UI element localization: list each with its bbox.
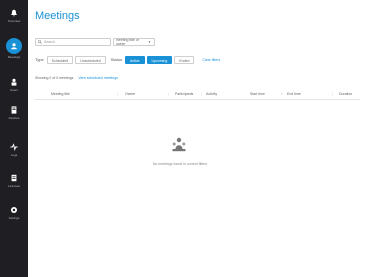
column-separator: | — [332, 92, 333, 96]
select-value: meeting title or owner — [116, 38, 139, 46]
column-start-time[interactable]: Start time — [250, 92, 265, 96]
chevron-down-icon: ▼ — [148, 40, 151, 44]
column-separator: | — [117, 92, 118, 96]
sidebar: Overview Meetings Users Devices Logs Lic… — [0, 0, 28, 277]
gear-icon — [9, 205, 19, 215]
sidebar-item-label: Meetings — [7, 55, 21, 59]
column-end-time[interactable]: End time — [287, 92, 301, 96]
sidebar-item-meetings[interactable]: Meetings — [0, 38, 28, 62]
status-filter-label: Status — [110, 57, 122, 62]
page-title: Meetings — [35, 10, 80, 22]
column-owner[interactable]: Owner — [125, 92, 135, 96]
view-scheduled-link[interactable]: View scheduled meetings — [78, 76, 118, 80]
table-header: Meeting title | Owner | Participants | A… — [35, 89, 360, 100]
sidebar-item-licenses[interactable]: Licenses — [0, 173, 28, 197]
results-summary: Showing 0 of 0 meetings View scheduled m… — [35, 76, 118, 80]
filter-active[interactable]: Active — [125, 55, 145, 64]
sidebar-item-label: Overview — [7, 19, 21, 23]
column-separator: | — [168, 92, 169, 96]
column-meeting-title[interactable]: Meeting title — [51, 92, 70, 96]
sidebar-item-label: Settings — [8, 216, 20, 220]
clear-filters-link[interactable]: Clear filters — [202, 58, 220, 62]
activity-icon — [9, 142, 19, 152]
meetings-icon — [6, 38, 22, 54]
column-separator: | — [201, 92, 202, 96]
search-input[interactable]: Search — [35, 38, 111, 46]
type-filter-label: Type — [35, 57, 44, 62]
sidebar-item-logs[interactable]: Logs — [0, 142, 28, 166]
column-separator: ▾ — [281, 92, 283, 96]
column-duration[interactable]: Duration — [339, 92, 352, 96]
device-icon — [9, 105, 19, 115]
sidebar-item-devices[interactable]: Devices — [0, 105, 28, 129]
search-field-select[interactable]: meeting title or owner ▼ — [113, 38, 155, 46]
sidebar-item-label: Devices — [8, 116, 20, 120]
filter-unscheduled[interactable]: Unscheduled — [75, 55, 106, 64]
column-participants[interactable]: Participants — [175, 92, 193, 96]
empty-meetings-icon — [172, 137, 186, 152]
filter-upcoming[interactable]: Upcoming — [146, 55, 173, 64]
filter-scheduled[interactable]: Scheduled — [46, 55, 74, 64]
filter-ended[interactable]: Ended — [174, 55, 195, 64]
column-activity[interactable]: Activity — [206, 92, 217, 96]
sidebar-item-overview[interactable]: Overview — [0, 8, 28, 32]
sidebar-item-label: Licenses — [8, 184, 20, 188]
filter-bar: Type Scheduled Unscheduled Status Active… — [35, 55, 220, 64]
sidebar-item-label: Logs — [10, 153, 18, 157]
results-count: Showing 0 of 0 meetings — [35, 76, 74, 80]
bell-icon — [9, 8, 19, 18]
sidebar-item-users[interactable]: Users — [0, 77, 28, 101]
sidebar-item-label: Users — [10, 88, 18, 92]
license-icon — [9, 173, 19, 183]
empty-state-message: No meetings found in current filters — [152, 162, 208, 166]
user-icon — [9, 77, 19, 87]
search-icon — [38, 40, 42, 44]
sidebar-item-settings[interactable]: Settings — [0, 205, 28, 229]
search-placeholder: Search — [44, 40, 56, 44]
